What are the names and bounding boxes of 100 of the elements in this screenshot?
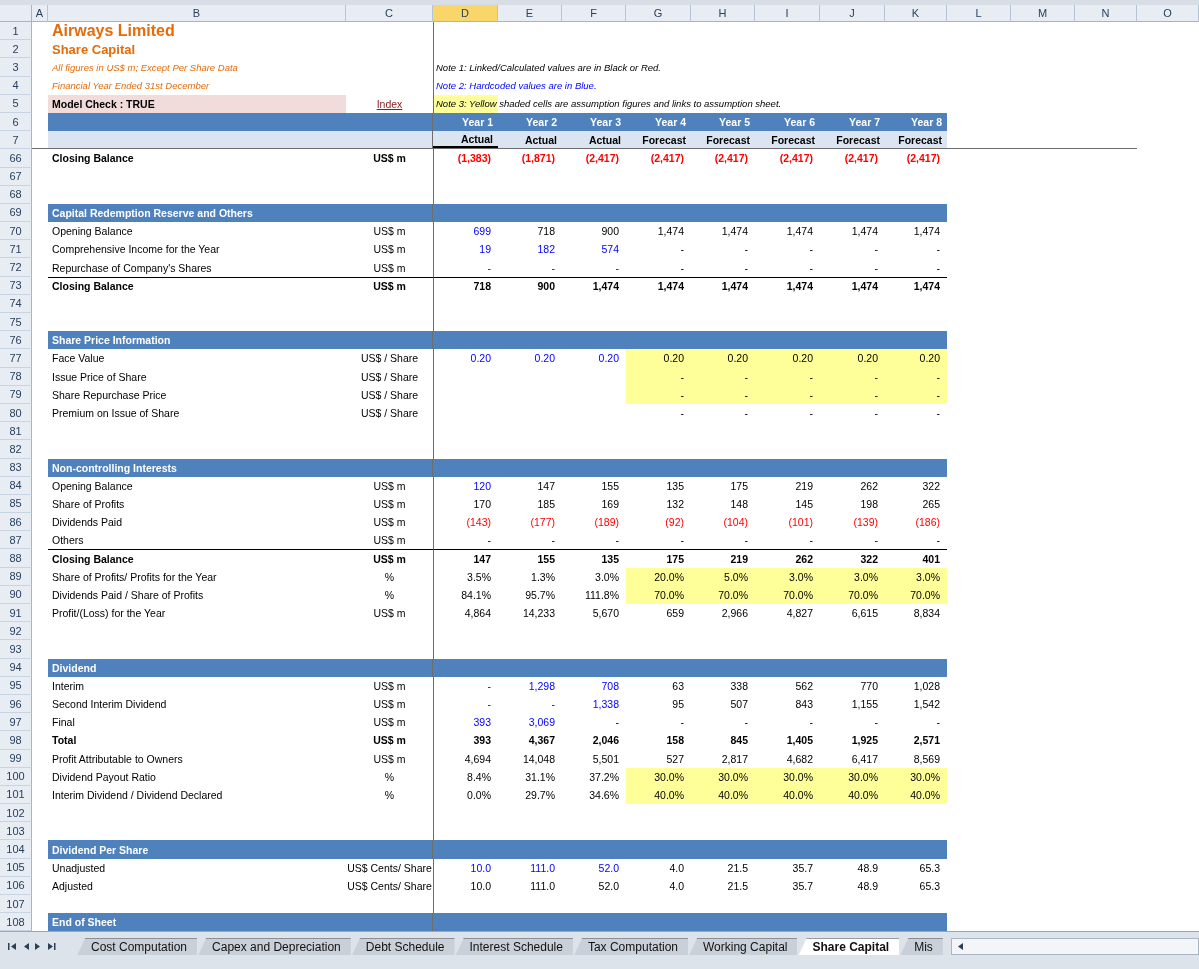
value-cell: - <box>433 694 498 714</box>
value-cell-text: 4,367 <box>527 733 556 749</box>
value-cell-text: 527 <box>665 751 685 767</box>
value-cell-text: 148 <box>729 496 749 512</box>
value-cell: 10.0 <box>433 876 498 895</box>
value-cell-text: - <box>743 406 749 422</box>
value-cell-text: 6,417 <box>850 751 879 767</box>
row-header[interactable]: 87 <box>0 531 32 550</box>
value-cell: 170 <box>433 494 498 514</box>
row-header[interactable]: 88 <box>0 549 32 568</box>
row-header[interactable]: 97 <box>0 713 32 732</box>
value-cell-text: 14,233 <box>521 606 556 622</box>
sheet-tab[interactable]: Interest Schedule <box>455 938 573 956</box>
row-header[interactable]: 92 <box>0 622 32 641</box>
value-cell: 3.0% <box>820 567 885 586</box>
value-cell-text: 65.3 <box>918 860 941 876</box>
row-header[interactable]: 72 <box>0 258 32 277</box>
value-cell-text: - <box>550 697 556 713</box>
row-header[interactable]: 66 <box>0 149 32 168</box>
value-cell-text: 8,834 <box>912 606 941 622</box>
row-header[interactable]: 102 <box>0 804 32 823</box>
value-cell-text: - <box>873 406 879 422</box>
row-header[interactable]: 3 <box>0 58 32 77</box>
row-header[interactable]: 81 <box>0 422 32 441</box>
row-header[interactable]: 108 <box>0 913 32 932</box>
column-header[interactable]: J <box>820 5 885 22</box>
row-header[interactable]: 71 <box>0 240 32 259</box>
sheet-tab[interactable]: Working Capital <box>689 938 798 956</box>
sheet-tab[interactable]: Debt Schedule <box>351 938 455 956</box>
column-header[interactable]: K <box>885 5 947 22</box>
value-cell-text: 2,817 <box>720 751 749 767</box>
column-header[interactable]: M <box>1011 5 1075 22</box>
value-cell-text: 135 <box>665 478 685 494</box>
triangle-right-icon <box>34 941 43 951</box>
value-cell-text: - <box>614 533 620 549</box>
row-header[interactable]: 86 <box>0 513 32 532</box>
unit-label: US$ m <box>372 242 407 258</box>
column-header[interactable]: N <box>1075 5 1137 22</box>
sheet-title: Share Capital <box>51 40 137 59</box>
value-cell-text: 770 <box>859 678 879 694</box>
column-header[interactable]: O <box>1137 5 1199 22</box>
row-header[interactable]: 7 <box>0 131 32 150</box>
unit-label: US$ m <box>372 260 407 276</box>
row-label: Dividends Paid / Share of Profits <box>51 587 205 603</box>
value-cell: 30.0% <box>626 767 691 786</box>
value-cell-text: 1,155 <box>850 697 879 713</box>
column-header[interactable]: D <box>433 5 498 22</box>
value-cell-text: - <box>679 406 685 422</box>
horizontal-scrollbar[interactable] <box>950 938 1199 956</box>
value-cell: 1,474 <box>820 276 885 295</box>
column-header[interactable]: L <box>947 5 1011 22</box>
column-header[interactable]: E <box>498 5 562 22</box>
value-cell-text: (2,417) <box>584 151 620 167</box>
row-label: Comprehensive Income for the Year <box>51 242 221 258</box>
column-header[interactable]: G <box>626 5 691 22</box>
sheet-tab[interactable]: Tax Computation <box>573 938 688 956</box>
row-label: Closing Balance <box>48 549 346 568</box>
column-header[interactable]: C <box>346 5 433 22</box>
row-header[interactable]: 82 <box>0 440 32 459</box>
value-cell-text: (2,417) <box>778 151 814 167</box>
sheet-tab[interactable]: Capex and Depreciation <box>198 938 351 956</box>
value-cell: 30.0% <box>820 767 885 786</box>
row-header[interactable]: 2 <box>0 40 32 59</box>
value-cell: 10.0 <box>433 858 498 877</box>
value-cell-text: 111.0 <box>529 860 556 876</box>
value-cell-text: 1,298 <box>527 678 556 694</box>
column-header[interactable]: F <box>562 5 626 22</box>
column-header[interactable]: H <box>691 5 755 22</box>
unit-label: US$ m <box>372 496 407 512</box>
row-header[interactable]: 70 <box>0 222 32 241</box>
row-label: Interim Dividend / Dividend Declared <box>51 787 224 803</box>
row-header[interactable]: 91 <box>0 604 32 623</box>
row-header[interactable]: 103 <box>0 822 32 841</box>
sheet-tab[interactable]: Share Capital <box>798 938 900 956</box>
value-cell: - <box>433 531 498 550</box>
unit-label: % <box>383 587 396 603</box>
value-cell: 30.0% <box>755 767 820 786</box>
column-header[interactable]: A <box>32 5 48 22</box>
sheet-tab[interactable]: Cost Computation <box>77 938 198 956</box>
value-cell: - <box>433 258 498 277</box>
row-header[interactable]: 98 <box>0 731 32 750</box>
row-header[interactable]: 76 <box>0 331 32 350</box>
value-cell-text: 21.5 <box>726 878 749 894</box>
value-cell-text: 147 <box>536 478 556 494</box>
row-header[interactable]: 75 <box>0 313 32 332</box>
row-header[interactable]: 104 <box>0 840 32 859</box>
value-cell-text: 2,046 <box>591 733 620 749</box>
row-header[interactable]: 93 <box>0 640 32 659</box>
row-header[interactable]: 1 <box>0 22 32 41</box>
value-cell-text: (2,417) <box>649 151 685 167</box>
column-header[interactable]: I <box>755 5 820 22</box>
row-header[interactable]: 77 <box>0 349 32 368</box>
unit-label: US$ m <box>372 733 407 749</box>
year-label: Year 8 <box>910 115 943 131</box>
index-link[interactable]: Index <box>376 97 403 110</box>
value-cell-text: - <box>679 242 685 258</box>
unit-label: US$ / Share <box>359 387 420 403</box>
column-header[interactable]: B <box>48 5 346 22</box>
sheet-tab[interactable]: Mis <box>900 938 943 956</box>
row-header[interactable]: 107 <box>0 895 32 914</box>
